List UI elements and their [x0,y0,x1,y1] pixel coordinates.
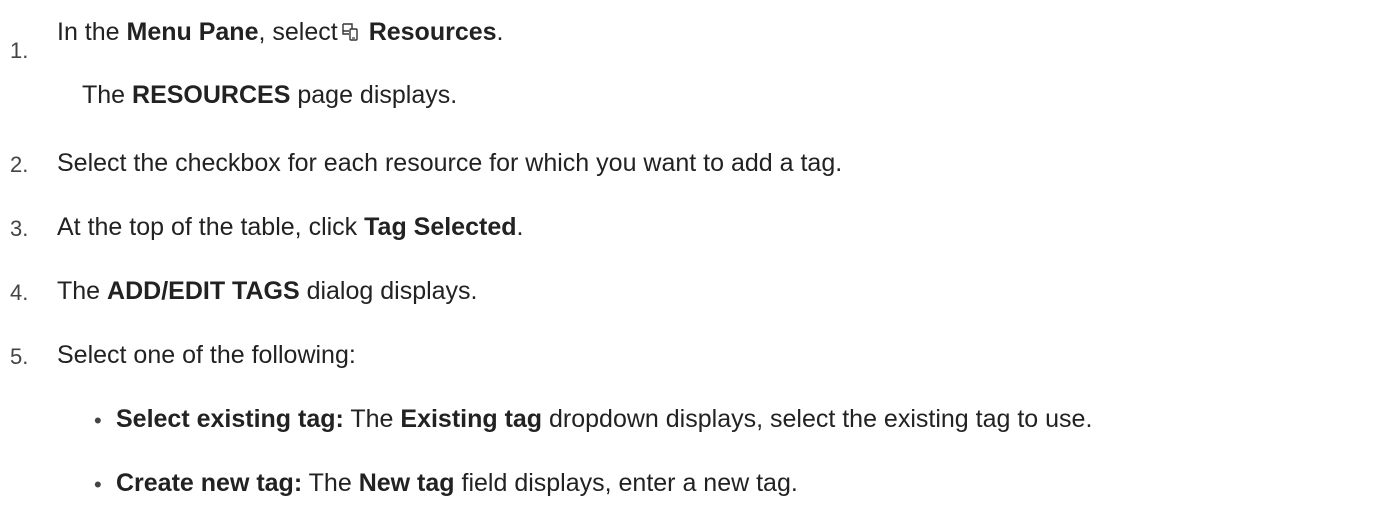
option-1-bullet: • [94,408,102,433]
resources-icon [341,19,363,49]
step-4-pre: The [57,277,108,305]
step-4-post: dialog displays. [299,277,478,305]
step-1-result-pre: The [82,81,133,109]
option-2-label: Create new tag: [116,469,303,497]
step-2-number: 2. [10,152,29,177]
option-2-post: field displays, enter a new tag. [454,469,798,497]
menu-pane-label: Menu Pane [126,18,259,46]
step-1-number: 1. [10,38,29,63]
step-1-pre: In the [57,18,127,46]
add-edit-tags-label: ADD/EDIT TAGS [107,277,300,305]
step-4-text: The ADD/EDIT TAGS dialog displays. [57,276,478,306]
option-1-label: Select existing tag: [116,405,344,433]
new-tag-label: New tag [358,469,455,497]
step-1-result: The RESOURCES page displays. [82,80,457,110]
step-3-number: 3. [10,216,29,241]
option-1-pre: The [343,405,401,433]
option-2-text: Create new tag: The New tag field displa… [116,468,798,498]
resources-label: Resources [368,18,497,46]
step-5-text: Select one of the following: [57,341,356,369]
step-1-result-post: page displays. [290,81,458,109]
step-1-post: . [496,18,504,46]
step-1-mid: , select [258,18,338,46]
option-1-text: Select existing tag: The Existing tag dr… [116,404,1092,434]
resources-page-label: RESOURCES [132,81,291,109]
step-4-number: 4. [10,280,29,305]
option-1-post: dropdown displays, select the existing t… [542,405,1093,433]
step-3-text: At the top of the table, click Tag Selec… [57,212,523,242]
option-2-bullet: • [94,472,102,497]
step-3-pre: At the top of the table, click [57,213,365,241]
procedure-document: 1. In the Menu Pane, select Resources. Th… [0,0,1386,531]
step-2-text: Select the checkbox for each resource fo… [57,149,843,177]
step-1-text: In the Menu Pane, select Resources. [57,17,504,49]
option-2-pre: The [302,469,359,497]
tag-selected-label: Tag Selected [364,213,517,241]
step-5-number: 5. [10,344,29,369]
existing-tag-label: Existing tag [400,405,543,433]
step-3-post: . [516,213,524,241]
